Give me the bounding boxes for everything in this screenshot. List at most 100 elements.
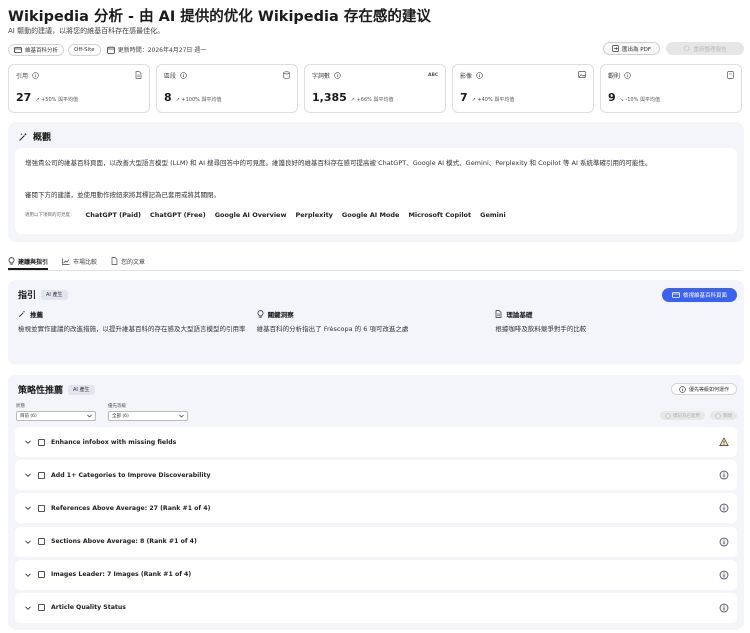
chevron-down-icon[interactable] [24,438,32,446]
wiki-analysis-chip[interactable]: 維基百科分析 [8,43,65,56]
recommendation-row[interactable]: Enhance infobox with missing fields [15,427,737,457]
document-icon [111,257,118,265]
disabled-action-button[interactable]: 重新整理報告 [666,42,744,55]
status-select[interactable]: 目前 (6) [16,411,96,421]
ai-generated-badge: AI 產生 [41,289,68,300]
recommendation-checkbox[interactable] [38,604,45,612]
recommendation-checkbox[interactable] [38,571,45,579]
metric-value-row: 1,385 ↗ +66% 與平均值 [312,91,393,104]
metric-value-row: 8 ↗ +100% 與平均值 [164,91,222,104]
metric-label-row: 字詞數 [312,71,438,80]
guidance-panel: 指引 AI 產生 檢視維基百科頁面 推薦 檢視並實作建議的改進措施，以提升維基百… [8,280,744,365]
recommendation-label: Sections Above Average: 8 (Rank #1 of 4) [51,538,197,546]
guidance-col-title: 推薦 [30,311,43,319]
guidance-col-title: 關鍵洞察 [267,311,294,319]
chevron-down-icon[interactable] [24,571,32,579]
metric-label: 區段 [164,73,177,80]
ai-generated-badge: AI 產生 [68,384,95,395]
magic-wand-icon [19,132,27,141]
metric-card-images: 影像 7 ↗ +40% 與平均值 [452,64,594,113]
recommendation-row[interactable]: Sections Above Average: 8 (Rank #1 of 4) [15,526,737,557]
llm-item: Perplexity [295,211,333,219]
tab-label: 建議與指引 [18,258,49,266]
strategy-heading-row: 策略性推薦 AI 產生 [18,383,95,396]
guidance-heading-row: 指引 AI 產生 [18,288,68,301]
metric-card-sections: 區段 8 ↗ +100% 與平均值 [156,64,298,113]
view-wikipedia-page-button[interactable]: 檢視維基百科頁面 [661,288,737,302]
offsite-label: Off-Site [74,46,95,53]
overview-heading-row: 概觀 [18,130,51,143]
check-circle-icon [665,412,671,419]
tab-your-articles[interactable]: 您的文章 [111,254,145,268]
disabled-action-label: 重新整理報告 [693,46,727,53]
page-icon [727,71,734,79]
metric-label-row: 影像 [460,71,586,80]
bulk-actions: 標記為已套用 關閉 [660,411,737,420]
chevron-down-icon[interactable] [24,538,32,546]
metric-trend: ↘ -10% 與平均值 [619,97,660,103]
chevron-down-icon[interactable] [24,504,32,512]
metric-trend: ↗ +66% 與平均值 [350,97,394,103]
guidance-col-title: 理論基礎 [506,311,533,319]
offsite-chip[interactable]: Off-Site [68,43,101,56]
chevron-down-icon [87,414,92,418]
recommendation-checkbox[interactable] [38,471,45,479]
guidance-rationale: 理論基礎 根據咖啡及飲料競爭對手的比較 [495,309,734,335]
recommendation-label: References Above Average: 27 (Rank #1 of… [51,504,211,512]
tab-recommendations[interactable]: 建議與指引 [8,254,48,268]
export-icon [612,45,619,52]
recommendation-row[interactable]: References Above Average: 27 (Rank #1 of… [15,493,737,524]
refresh-icon [684,45,690,52]
export-pdf-label: 匯出為 PDF [622,46,651,53]
status-filter-label: 狀態 [16,404,25,409]
recommendation-checkbox[interactable] [38,504,45,512]
tab-divider [8,270,742,271]
metrics-row: 引用 27 ↗ +50% 與平均值 區段 8 ↗ +100% 與平均值 字詞數 … [8,64,742,113]
overview-card: 增強貴公司的維基百科頁面，以改善大型語言模型 (LLM) 和 AI 搜尋回答中的… [15,148,737,234]
info-icon[interactable] [180,72,187,79]
info-icon[interactable] [476,72,483,79]
export-pdf-button[interactable]: 匯出為 PDF [603,42,660,55]
chart-icon [62,258,70,265]
metric-value: 7 [460,91,468,104]
magic-wand-icon [18,310,26,318]
metric-value: 8 [164,91,172,104]
warning-icon [719,437,729,446]
recommendation-row[interactable]: Article Quality Status [15,592,737,623]
metric-label-row: 觀則 [608,71,734,80]
guidance-col-text: 根據咖啡及飲料競爭對手的比較 [495,325,587,333]
mark-applied-button[interactable]: 標記為已套用 [660,411,705,420]
info-icon[interactable] [32,72,39,79]
guidance-col-heading: 推薦 [18,309,257,319]
guidance-key-insight: 關鍵洞察 維基百科的分析指出了 Frèscopa 的 6 項可改進之處 [257,309,496,335]
tab-market-comparison[interactable]: 市場比較 [62,254,97,268]
info-icon[interactable] [334,72,341,79]
metric-value: 9 [608,91,616,104]
updated-text: 更新時間：2026年4月27日 週一 [117,47,207,54]
recommendation-label: Images Leader: 7 Images (Rank #1 of 4) [51,571,192,579]
lightbulb-icon [8,257,15,265]
recommendation-row[interactable]: Add 1+ Categories to Improve Discoverabi… [15,460,737,491]
dismiss-button[interactable]: 關閉 [710,411,737,420]
recommendation-checkbox[interactable] [38,438,45,446]
recommendation-label: Enhance infobox with missing fields [51,438,177,446]
metric-label-row: 引用 [16,71,142,80]
calendar-icon [106,46,115,54]
metric-label: 影像 [460,73,473,80]
metric-label: 字詞數 [312,73,331,80]
chevron-down-icon[interactable] [24,471,32,479]
chevron-down-icon[interactable] [24,604,32,612]
recommendation-row[interactable]: Images Leader: 7 Images (Rank #1 of 4) [15,559,737,590]
meta-row: 維基百科分析 Off-Site 更新時間：2026年4月27日 週一 [8,43,206,56]
database-icon [283,71,290,79]
recommendation-checkbox[interactable] [38,538,45,546]
wiki-analysis-label: 維基百科分析 [25,47,59,54]
info-icon[interactable] [624,72,631,79]
llm-item: ChatGPT (Free) [150,211,206,219]
info-icon [719,537,729,546]
priority-select[interactable]: 全部 (6) [108,411,188,421]
card-icon [672,292,680,298]
abc-icon: ABC [428,72,438,77]
top-actions: 匯出為 PDF 重新整理報告 [603,42,744,55]
priority-info-button[interactable]: 優先等級如何運作 [670,383,737,395]
